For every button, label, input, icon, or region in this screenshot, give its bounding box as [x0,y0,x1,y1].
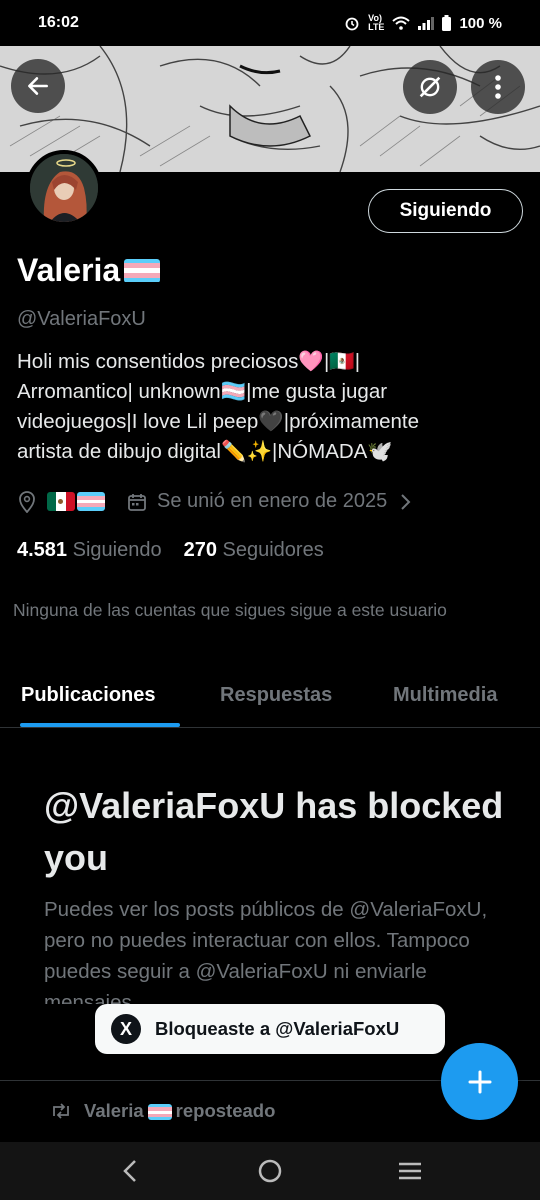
chevron-right-icon[interactable] [399,493,411,511]
profile-tabs: Publicaciones Respuestas Multimedia [0,668,540,728]
avatar-image [30,154,98,222]
bio-line: artista de dibujo digital✏️✨|NÓMADA🕊️ [17,440,393,463]
more-vertical-icon [495,75,501,99]
status-bar: 16:02 Vo) LTE 100 % [0,0,540,46]
followers-count: 270 [183,539,217,561]
tab-multimedia[interactable]: Multimedia [393,684,497,707]
blocked-toast: X Bloqueaste a @ValeriaFoxU [95,1004,445,1054]
profile-bio: Holi mis consentidos preciosos🩷|🇲🇽| Arro… [17,347,527,467]
repost-header: Valeria reposteado [50,1100,275,1122]
mexico-flag-icon [47,492,75,511]
profile-meta: Se unió en enero de 2025 [17,490,411,513]
trans-flag-icon [124,258,161,283]
location-flags [47,492,105,511]
x-logo-icon: X [111,1014,141,1044]
grok-icon [419,76,441,98]
nav-home-icon [258,1159,282,1183]
signal-icon [418,17,435,30]
grok-button[interactable] [403,60,457,114]
profile-name: Valeria [17,252,161,289]
blocked-description: Puedes ver los posts públicos de @Valeri… [44,898,488,1004]
trans-flag-icon [147,1104,172,1121]
back-button[interactable] [11,59,65,113]
trans-flag-icon [77,492,105,511]
following-button[interactable]: Siguiendo [368,189,523,233]
following-stat[interactable]: 4.581 Siguiendo [17,539,162,562]
nav-recents-icon [399,1162,421,1180]
location-icon [19,490,35,513]
nav-back-icon [123,1160,136,1182]
bio-line: videojuegos|I love Lil peep🖤|próximament… [17,410,419,433]
compose-button[interactable] [441,1043,518,1120]
bio-line: Arromantico| unknown🏳️‍⚧️|me gusta jugar [17,380,388,403]
system-nav-bar [0,1142,540,1200]
repost-name: Valeria reposteado [84,1100,275,1122]
followers-stat[interactable]: 270 Seguidores [184,539,324,562]
active-tab-indicator [20,723,180,727]
profile-name-text: Valeria [17,252,121,288]
more-options-button[interactable] [471,60,525,114]
nav-back-button[interactable] [100,1151,160,1191]
status-icons: Vo) LTE 100 % [344,14,502,32]
mutual-followers-text: Ninguna de las cuentas que sigues sigue … [13,600,447,620]
following-count: 4.581 [17,539,68,561]
volte-icon: Vo) LTE [368,13,385,32]
bio-line: Holi mis consentidos preciosos🩷|🇲🇽| [17,350,361,373]
repost-label: reposteado [175,1100,276,1121]
alarm-icon [345,17,359,31]
back-arrow-icon [28,77,48,95]
battery-icon [442,15,452,31]
nav-home-button[interactable] [240,1151,300,1191]
status-time: 16:02 [38,14,79,31]
follow-stats: 4.581 Siguiendo 270 Seguidores [17,539,324,562]
avatar[interactable] [26,150,102,226]
following-label: Siguiendo [72,539,162,561]
calendar-icon [128,493,146,511]
wifi-icon [392,16,411,30]
repost-user: Valeria [84,1100,144,1121]
joined-date: Se unió en enero de 2025 [157,490,388,512]
tab-respuestas[interactable]: Respuestas [220,684,332,707]
profile-handle: @ValeriaFoxU [17,308,146,330]
toast-text: Bloqueaste a @ValeriaFoxU [155,1018,400,1039]
battery-level: 100 % [459,14,502,32]
blocked-title: @ValeriaFoxU has blocked you [44,785,504,878]
followers-label: Seguidores [222,539,324,561]
nav-recents-button[interactable] [380,1151,440,1191]
repost-icon [53,1103,69,1119]
tab-publicaciones[interactable]: Publicaciones [21,684,156,707]
plus-icon [468,1070,491,1093]
